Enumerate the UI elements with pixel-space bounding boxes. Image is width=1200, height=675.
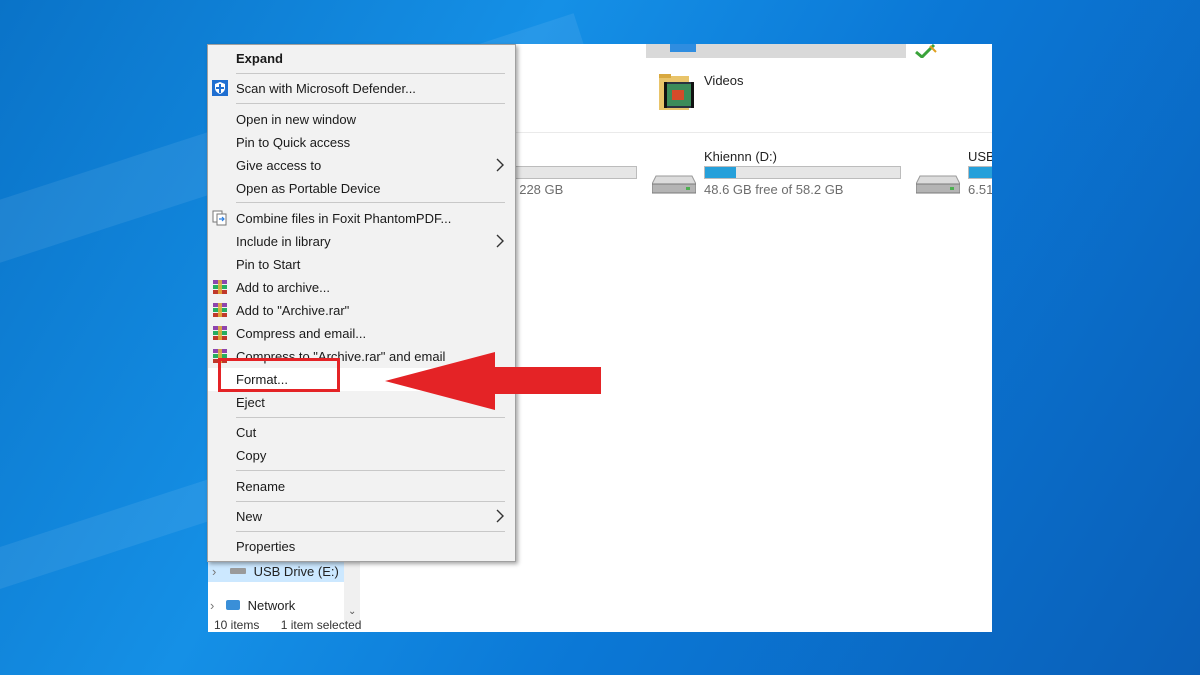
winrar-icon bbox=[213, 303, 227, 317]
menu-item-label: Eject bbox=[236, 395, 265, 410]
menu-separator bbox=[236, 531, 505, 532]
drive-usage-bar bbox=[704, 166, 901, 179]
menu-item-label: Expand bbox=[236, 51, 283, 66]
menu-item-copy[interactable]: Copy bbox=[208, 444, 515, 467]
menu-item-label: Add to "Archive.rar" bbox=[236, 303, 350, 318]
selection-count: 1 item selected bbox=[280, 618, 362, 632]
nav-item-usb-drive[interactable]: › USB Drive (E:) bbox=[212, 564, 339, 579]
drive-usage-bar bbox=[968, 166, 992, 179]
drive-label: USB bbox=[968, 149, 992, 164]
drive-usage-fill bbox=[705, 167, 737, 178]
menu-item-label: Open as Portable Device bbox=[236, 181, 381, 196]
menu-item-label: Compress and email... bbox=[236, 326, 367, 341]
foxit-combine-icon bbox=[212, 210, 227, 226]
drive-label: Khiennn (D:) bbox=[704, 149, 777, 164]
nav-item-network[interactable]: › Network bbox=[210, 598, 295, 613]
defender-shield-icon bbox=[212, 80, 228, 96]
menu-separator bbox=[236, 470, 505, 471]
menu-item-pin-quick-access[interactable]: Pin to Quick access bbox=[208, 131, 515, 154]
item-count: 10 items bbox=[214, 618, 260, 632]
menu-item-scan-defender[interactable]: Scan with Microsoft Defender... bbox=[208, 77, 515, 100]
network-icon bbox=[225, 600, 240, 610]
menu-separator bbox=[236, 417, 505, 418]
menu-item-label: Scan with Microsoft Defender... bbox=[236, 81, 416, 96]
drive-usage-fill bbox=[969, 167, 992, 178]
menu-item-label: Pin to Start bbox=[236, 257, 301, 272]
menu-item-label: Open in new window bbox=[236, 112, 356, 127]
menu-item-label: New bbox=[236, 509, 263, 524]
menu-item-open-new-window[interactable]: Open in new window bbox=[208, 108, 515, 131]
expand-chevron-icon[interactable]: › bbox=[210, 598, 214, 613]
menu-item-pin-start[interactable]: Pin to Start bbox=[208, 253, 515, 276]
menu-item-include-library[interactable]: Include in library bbox=[208, 230, 515, 253]
menu-item-cut[interactable]: Cut bbox=[208, 421, 515, 444]
submenu-arrow-icon bbox=[496, 158, 504, 172]
menu-item-label: Give access to bbox=[236, 158, 322, 173]
menu-item-open-portable-device[interactable]: Open as Portable Device bbox=[208, 177, 515, 200]
hard-drive-icon bbox=[652, 175, 696, 194]
drive-free-space: f 228 GB bbox=[512, 182, 564, 197]
pointer-arrow-icon bbox=[385, 352, 601, 410]
menu-separator bbox=[236, 73, 505, 74]
menu-item-compress-email[interactable]: Compress and email... bbox=[208, 322, 515, 345]
format-highlight-box bbox=[218, 358, 340, 392]
menu-item-label: Properties bbox=[236, 539, 296, 554]
menu-item-rename[interactable]: Rename bbox=[208, 475, 515, 498]
nav-item-label: Network bbox=[247, 598, 296, 613]
menu-item-label: Include in library bbox=[236, 234, 331, 249]
menu-item-label: Copy bbox=[236, 448, 267, 463]
context-menu: Expand Scan with Microsoft Defender... O… bbox=[207, 44, 516, 562]
drive-free-space: 48.6 GB free of 58.2 GB bbox=[704, 182, 844, 197]
submenu-arrow-icon bbox=[496, 509, 504, 523]
menu-item-properties[interactable]: Properties bbox=[208, 535, 515, 558]
menu-item-new[interactable]: New bbox=[208, 505, 515, 528]
menu-item-label: Combine files in Foxit PhantomPDF... bbox=[236, 211, 452, 226]
menu-separator bbox=[236, 202, 505, 203]
folder-label: Videos bbox=[704, 73, 744, 88]
menu-item-give-access[interactable]: Give access to bbox=[208, 154, 515, 177]
menu-separator bbox=[236, 501, 505, 502]
menu-item-add-archive[interactable]: Add to archive... bbox=[208, 276, 515, 299]
winrar-icon bbox=[213, 326, 227, 340]
drive-free-space: 6.51 bbox=[968, 182, 992, 197]
menu-separator bbox=[236, 103, 505, 104]
menu-item-combine-foxit[interactable]: Combine files in Foxit PhantomPDF... bbox=[208, 207, 515, 230]
drive-usage-bar bbox=[504, 166, 637, 179]
menu-item-add-archive-rar[interactable]: Add to "Archive.rar" bbox=[208, 299, 515, 322]
menu-item-expand[interactable]: Expand bbox=[208, 47, 515, 70]
scroll-down-icon[interactable]: ⌄ bbox=[348, 606, 356, 617]
usb-drive-icon bbox=[229, 568, 246, 574]
menu-item-label: Rename bbox=[236, 479, 286, 494]
submenu-arrow-icon bbox=[496, 234, 504, 248]
usb-drive-icon bbox=[916, 175, 960, 194]
video-folder-icon bbox=[659, 74, 694, 110]
menu-item-label: Pin to Quick access bbox=[236, 135, 351, 150]
status-bar: 10 items 1 item selected bbox=[214, 618, 361, 632]
menu-item-label: Add to archive... bbox=[236, 280, 330, 295]
menu-item-label: Cut bbox=[236, 425, 257, 440]
nav-item-label: USB Drive (E:) bbox=[253, 564, 339, 579]
check-icon bbox=[915, 44, 937, 58]
winrar-icon bbox=[213, 280, 227, 294]
folder-icon bbox=[670, 44, 696, 52]
expand-chevron-icon[interactable]: › bbox=[212, 564, 216, 579]
